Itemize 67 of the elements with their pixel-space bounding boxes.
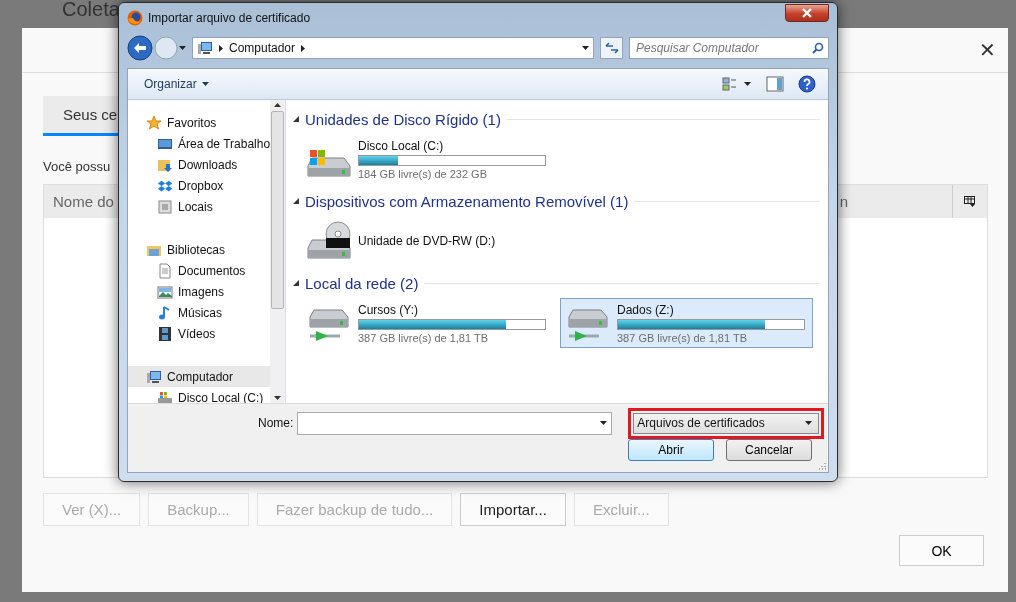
computer-icon xyxy=(197,40,213,56)
nav-item[interactable]: Área de Trabalho xyxy=(128,133,270,154)
refresh-icon xyxy=(604,42,619,54)
browser-logo-icon xyxy=(127,10,143,26)
collapse-icon[interactable] xyxy=(293,116,299,122)
scroll-up-icon[interactable] xyxy=(274,103,281,107)
nav-item[interactable]: Computador xyxy=(128,366,270,387)
dvd-drive-icon xyxy=(306,220,354,262)
refresh-button[interactable] xyxy=(600,37,623,59)
page-title: Coleta xyxy=(62,0,120,21)
group-header: Dispositivos com Armazenamento Removível (1) xyxy=(305,192,629,210)
dialog-title: Importar arquivo de certificado xyxy=(148,11,311,25)
close-icon xyxy=(801,8,813,18)
dialog-button[interactable]: Cancelar xyxy=(726,439,812,461)
field-label: Nome: xyxy=(258,416,294,430)
resize-grip-icon[interactable] xyxy=(816,460,826,470)
drive-icon xyxy=(157,389,173,403)
film-icon xyxy=(157,325,173,342)
search-icon xyxy=(812,42,824,54)
drive-item[interactable]: Cursos (Y:) 387 GB livre(s) de 1,81 TB xyxy=(301,298,554,348)
chevron-icon[interactable] xyxy=(219,44,223,52)
computer-icon xyxy=(146,368,162,385)
column-header[interactable]: Nome do xyxy=(44,193,114,210)
drive-item[interactable]: Disco Local (C:) 184 GB livre(s) de 232 GB xyxy=(301,134,554,184)
close-button[interactable] xyxy=(785,4,829,22)
nav-item[interactable]: Imagens xyxy=(128,281,270,302)
history-dropdown-icon xyxy=(179,46,186,50)
caret-icon xyxy=(600,421,608,425)
file-type-dropdown[interactable]: Arquivos de certificados xyxy=(633,412,820,434)
scrollbar[interactable] xyxy=(270,100,285,403)
nav-item[interactable]: Downloads xyxy=(128,154,270,175)
close-button[interactable]: ✕ xyxy=(975,38,1000,62)
caret-icon xyxy=(805,421,813,425)
preview-pane-icon[interactable] xyxy=(766,76,784,92)
action-button[interactable]: Importar... xyxy=(460,493,566,526)
nav-item[interactable]: Vídeos xyxy=(128,323,270,344)
nav-item[interactable]: Locais xyxy=(128,196,270,217)
help-icon[interactable] xyxy=(798,75,816,93)
column-header[interactable]: n xyxy=(839,193,848,210)
ok-button[interactable]: OK xyxy=(899,535,984,566)
places-icon xyxy=(157,198,173,215)
search-field[interactable]: Pesquisar Computador xyxy=(629,37,829,59)
group-header: Unidades de Disco Rígido (1) xyxy=(305,110,501,128)
caret-icon xyxy=(201,82,209,86)
back-button[interactable] xyxy=(127,35,153,61)
collapse-icon[interactable] xyxy=(293,280,299,286)
dropdown-icon xyxy=(582,46,589,50)
drive-item[interactable]: Unidade de DVD-RW (D:) xyxy=(301,216,554,266)
scroll-down-icon[interactable] xyxy=(274,396,281,400)
drive-item[interactable]: Dados (Z:) 387 GB livre(s) de 1,81 TB xyxy=(560,298,813,348)
image-icon xyxy=(157,283,173,300)
nav-item[interactable]: Documentos xyxy=(128,260,270,281)
nav-item[interactable]: Bibliotecas xyxy=(128,239,270,260)
info-text: Você possu xyxy=(43,159,111,174)
nav-item[interactable]: Músicas xyxy=(128,302,270,323)
collapse-icon[interactable] xyxy=(293,198,299,204)
document-icon xyxy=(157,262,173,279)
file-name-field[interactable] xyxy=(297,411,613,435)
address-bar[interactable]: Computador xyxy=(192,37,594,59)
group-header: Local da rede (2) xyxy=(305,274,419,292)
organize-menu[interactable]: Organizar xyxy=(144,77,209,91)
chevron-icon[interactable] xyxy=(301,44,306,52)
nav-item[interactable]: Dropbox xyxy=(128,175,270,196)
dialog-button[interactable]: Abrir xyxy=(628,439,714,461)
view-options-icon[interactable] xyxy=(722,76,752,92)
column-picker-icon[interactable] xyxy=(964,196,976,207)
star-icon xyxy=(146,114,162,131)
